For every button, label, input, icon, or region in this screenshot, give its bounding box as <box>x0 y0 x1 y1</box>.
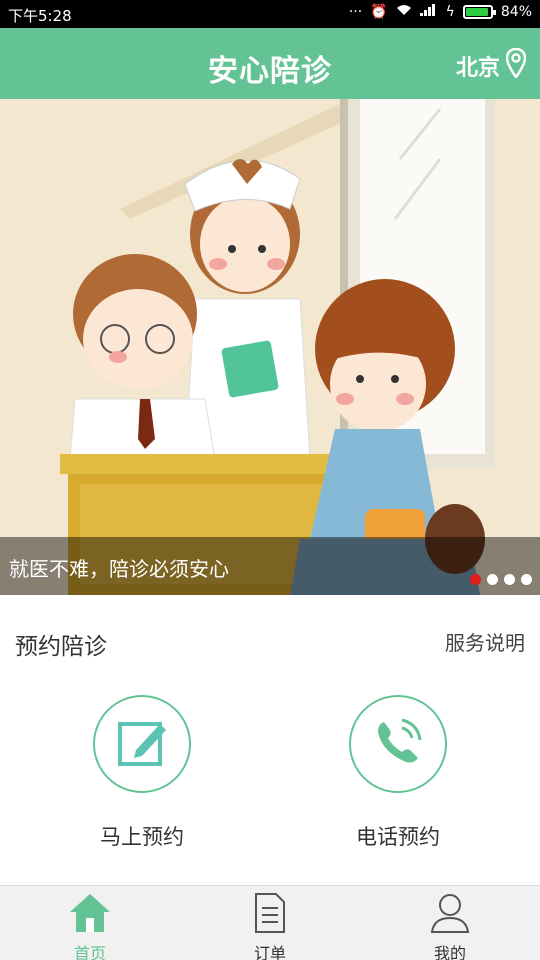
wifi-icon <box>396 4 412 20</box>
nav-orders-label: 订单 <box>253 944 286 960</box>
location-pin-icon <box>505 47 527 84</box>
app-header: 安心陪诊 北京 <box>0 28 540 99</box>
section-title: 预约陪诊 <box>15 634 107 660</box>
more-dots-icon: ··· <box>348 4 363 20</box>
phone-booking-label: 电话预约 <box>356 825 440 849</box>
booking-section-header: 预约陪诊 服务说明 <box>0 595 540 685</box>
bottom-navigation: 首页 订单 我的 <box>0 885 540 960</box>
book-now-label: 马上预约 <box>100 825 184 849</box>
nav-profile-label: 我的 <box>433 944 466 960</box>
signal-icon <box>419 4 438 20</box>
phone-call-icon <box>370 714 426 774</box>
alarm-icon: ⏰ <box>370 4 388 20</box>
nav-orders[interactable]: 订单 <box>210 892 330 960</box>
battery-icon <box>462 5 496 19</box>
home-icon <box>68 894 112 938</box>
battery-fill <box>465 8 488 16</box>
edit-pen-icon <box>114 714 170 774</box>
status-icons: ··· ⏰ ϟ 84% <box>349 4 532 20</box>
city-label: 北京 <box>455 56 500 81</box>
carousel-dot-2[interactable] <box>487 574 498 585</box>
charging-icon: ϟ <box>445 4 455 20</box>
app-screen: 下午5:28 ··· ⏰ ϟ 84% 安心陪诊 北京 就医不难，陪诊必须安心 预… <box>0 0 540 960</box>
book-now-circle <box>93 695 191 793</box>
booking-actions: 马上预约 电话预约 <box>0 690 540 880</box>
nav-home-label: 首页 <box>73 944 106 960</box>
banner-caption-bar: 就医不难，陪诊必须安心 <box>0 537 540 595</box>
city-selector[interactable]: 北京 <box>455 47 527 84</box>
phone-booking-button[interactable]: 电话预约 <box>298 695 498 851</box>
document-icon <box>250 893 290 938</box>
battery-percent: 84% <box>500 4 532 20</box>
nav-home[interactable]: 首页 <box>30 892 150 960</box>
user-icon <box>428 894 472 938</box>
service-info-link[interactable]: 服务说明 <box>445 627 525 656</box>
carousel-dot-1[interactable] <box>470 574 481 585</box>
banner-caption: 就医不难，陪诊必须安心 <box>9 557 229 581</box>
carousel-dot-3[interactable] <box>504 574 515 585</box>
status-bar: 下午5:28 ··· ⏰ ϟ 84% <box>0 0 540 28</box>
banner-carousel[interactable]: 就医不难，陪诊必须安心 <box>0 99 540 595</box>
book-now-button[interactable]: 马上预约 <box>42 695 242 851</box>
nav-profile[interactable]: 我的 <box>390 892 510 960</box>
carousel-dot-4[interactable] <box>521 574 532 585</box>
carousel-indicators <box>470 574 532 585</box>
status-time: 下午5:28 <box>8 7 72 25</box>
phone-booking-circle <box>349 695 447 793</box>
banner-illustration <box>0 99 540 595</box>
